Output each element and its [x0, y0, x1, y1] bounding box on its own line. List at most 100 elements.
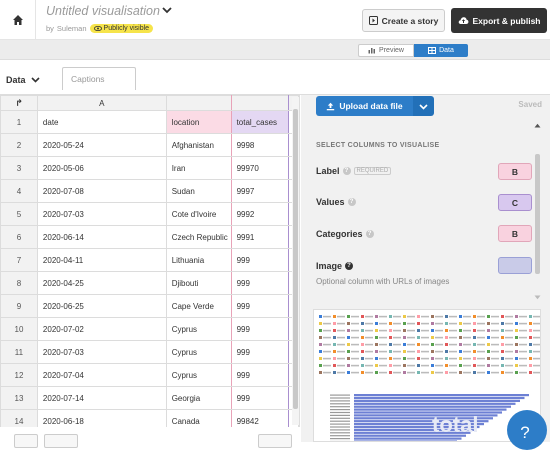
cell-total-cases[interactable]: 999 — [230, 363, 290, 387]
cell-location[interactable]: Cyprus — [165, 340, 232, 364]
chevron-down-icon[interactable] — [30, 76, 40, 83]
cell-date[interactable]: 2020-06-18 — [36, 409, 167, 427]
cell-total-cases[interactable]: 999 — [230, 340, 290, 364]
scroll-up-icon[interactable] — [534, 123, 541, 128]
cell-date[interactable]: 2020-05-06 — [36, 156, 167, 180]
pager-button-extra[interactable] — [258, 434, 292, 448]
cell-date[interactable]: 2020-06-25 — [36, 294, 167, 318]
pager-button-prev[interactable] — [14, 434, 38, 448]
sheet-scrollbar[interactable] — [292, 97, 299, 425]
thumbnail-legend-text — [365, 364, 373, 367]
cell-location[interactable]: Czech Republic — [165, 225, 232, 249]
row-number[interactable]: 1 — [0, 110, 38, 134]
row-number[interactable]: 4 — [0, 179, 38, 203]
cell-date[interactable]: 2020-04-25 — [36, 271, 167, 295]
cell-date[interactable]: 2020-07-03 — [36, 202, 167, 226]
cell-total-cases[interactable]: 999 — [230, 248, 290, 272]
thumbnail-legend-text — [379, 371, 387, 374]
cell-total-cases[interactable]: 9997 — [230, 179, 290, 203]
cell-location[interactable]: Cyprus — [165, 317, 232, 341]
cell-total-cases[interactable]: 999 — [230, 317, 290, 341]
thumbnail-legend-text — [519, 322, 527, 325]
cell-location[interactable]: Canada — [165, 409, 232, 427]
row-number[interactable]: 7 — [0, 248, 38, 272]
spreadsheet[interactable]: ↱ A 1 date location total_cases 2 2020-05-24 A… — [0, 95, 300, 427]
cell-location[interactable]: Cape Verde — [165, 294, 232, 318]
help-button[interactable]: ? — [507, 410, 547, 450]
cell-total-cases[interactable]: 99842 — [230, 409, 290, 427]
corner-cell[interactable]: ↱ — [0, 95, 38, 111]
column-letter-a[interactable]: A — [36, 95, 167, 111]
cell-date[interactable]: 2020-07-04 — [36, 363, 167, 387]
image-column-select[interactable] — [498, 257, 532, 274]
visualisation-title[interactable]: Untitled visualisation — [46, 4, 160, 18]
row-number[interactable]: 14 — [0, 409, 38, 427]
cell-total-cases[interactable]: 9998 — [230, 133, 290, 157]
row-number[interactable]: 12 — [0, 363, 38, 387]
column-letter-c[interactable] — [230, 95, 290, 111]
cell-location[interactable]: location — [165, 110, 232, 134]
help-icon[interactable]: ? — [365, 230, 374, 238]
export-publish-button[interactable]: Export & publish — [451, 8, 547, 33]
row-number[interactable]: 10 — [0, 317, 38, 341]
cell-location[interactable]: Cyprus — [165, 363, 232, 387]
preview-toggle[interactable]: Preview — [358, 44, 414, 57]
sheet-scrollbar-thumb[interactable] — [293, 109, 298, 409]
data-toggle[interactable]: Data — [414, 44, 468, 57]
categories-column-select[interactable]: B — [498, 225, 532, 242]
scroll-down-icon[interactable] — [534, 295, 541, 300]
row-number[interactable]: 8 — [0, 271, 38, 295]
cell-location[interactable]: Djibouti — [165, 271, 232, 295]
row-number[interactable]: 6 — [0, 225, 38, 249]
help-icon[interactable]: ? — [342, 167, 351, 175]
pager-button-next[interactable] — [44, 434, 78, 448]
thumbnail-legend-swatch — [473, 371, 476, 374]
label-column-select[interactable]: B — [498, 163, 532, 180]
panel-scrollbar[interactable] — [534, 121, 541, 301]
cell-date[interactable]: 2020-07-08 — [36, 179, 167, 203]
row-number[interactable]: 2 — [0, 133, 38, 157]
cell-total-cases[interactable]: 99970 — [230, 156, 290, 180]
cell-total-cases[interactable]: 999 — [230, 386, 290, 410]
cell-location[interactable]: Georgia — [165, 386, 232, 410]
cell-total-cases[interactable]: 9992 — [230, 202, 290, 226]
cell-date[interactable]: 2020-07-02 — [36, 317, 167, 341]
chart-thumbnail[interactable]: total — [313, 309, 541, 442]
row-number[interactable]: 3 — [0, 156, 38, 180]
visibility-badge[interactable]: Publicly visible — [89, 24, 154, 33]
help-icon[interactable]: ? — [347, 198, 356, 206]
cell-total-cases[interactable]: 999 — [230, 271, 290, 295]
title-menu-chevron[interactable] — [162, 6, 172, 17]
home-button[interactable] — [0, 0, 36, 40]
cell-date[interactable]: date — [36, 110, 167, 134]
cell-location[interactable]: Lithuania — [165, 248, 232, 272]
cell-location[interactable]: Afghanistan — [165, 133, 232, 157]
column-letter-b[interactable] — [165, 95, 232, 111]
upload-options-dropdown[interactable] — [413, 96, 434, 116]
thumbnail-legend-swatch — [487, 364, 490, 367]
values-column-select[interactable]: C — [498, 194, 532, 211]
tab-captions[interactable]: Captions — [62, 67, 136, 90]
cell-total-cases[interactable]: 999 — [230, 294, 290, 318]
row-number[interactable]: 13 — [0, 386, 38, 410]
thumbnail-legend-text — [407, 357, 415, 360]
cell-location[interactable]: Sudan — [165, 179, 232, 203]
cell-date[interactable]: 2020-06-14 — [36, 225, 167, 249]
row-number[interactable]: 11 — [0, 340, 38, 364]
row-number[interactable]: 5 — [0, 202, 38, 226]
cell-date[interactable]: 2020-05-24 — [36, 133, 167, 157]
row-number[interactable]: 9 — [0, 294, 38, 318]
cell-total-cases[interactable]: total_cases — [230, 110, 290, 134]
cell-date[interactable]: 2020-04-11 — [36, 248, 167, 272]
cell-date[interactable]: 2020-07-14 — [36, 386, 167, 410]
panel-scrollbar-thumb[interactable] — [535, 154, 540, 274]
cell-total-cases[interactable]: 9991 — [230, 225, 290, 249]
create-story-button[interactable]: Create a story — [362, 9, 445, 32]
cell-date[interactable]: 2020-07-03 — [36, 340, 167, 364]
help-icon[interactable]: ? — [345, 262, 354, 270]
thumbnail-legend-swatch — [487, 371, 490, 374]
cell-location[interactable]: Cote d'Ivoire — [165, 202, 232, 226]
upload-data-button[interactable]: Upload data file — [316, 96, 413, 116]
cell-location[interactable]: Iran — [165, 156, 232, 180]
tab-data[interactable]: Data — [6, 68, 40, 91]
